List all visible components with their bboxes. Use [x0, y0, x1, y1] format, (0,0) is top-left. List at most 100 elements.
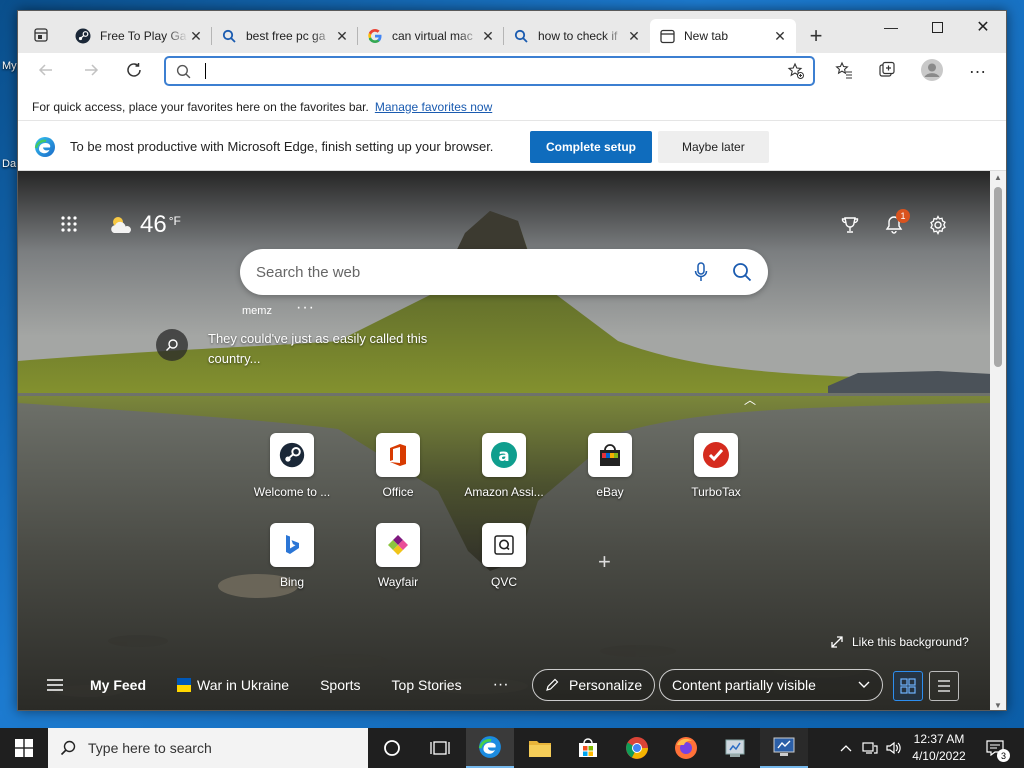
apps-launcher-button[interactable]: [60, 215, 78, 238]
plus-icon: +: [598, 549, 611, 574]
maximize-icon: [931, 21, 943, 33]
close-tab-icon[interactable]: ✕: [188, 28, 204, 44]
scrollbar-thumb[interactable]: [994, 187, 1002, 367]
forward-button[interactable]: [75, 55, 107, 85]
page-scrollbar[interactable]: ▲ ▼: [990, 171, 1006, 710]
quick-link-bing[interactable]: Bing: [247, 523, 337, 589]
feed-menu-icon[interactable]: [46, 678, 64, 692]
quick-link-label: TurboTax: [691, 485, 741, 499]
chevron-down-icon: [858, 681, 870, 688]
grid-view-button[interactable]: [893, 671, 923, 701]
feed-my-feed[interactable]: My Feed: [90, 677, 146, 693]
more-options-icon[interactable]: ···: [296, 299, 315, 317]
volume-button[interactable]: [882, 728, 906, 768]
scroll-up-icon[interactable]: ▲: [990, 173, 1006, 182]
refresh-button[interactable]: [118, 55, 150, 85]
google-icon: [366, 27, 384, 45]
cortana-icon: [384, 740, 400, 756]
taskbar-search-box[interactable]: Type here to search: [48, 728, 368, 768]
maximize-button[interactable]: [914, 11, 960, 43]
back-button[interactable]: [30, 55, 62, 85]
taskbar-firefox-button[interactable]: [662, 728, 710, 768]
like-background-button[interactable]: Like this background?: [830, 635, 969, 649]
ebay-icon: [588, 433, 632, 477]
tab-best-free-pc[interactable]: best free pc ga ✕: [212, 19, 358, 53]
scroll-down-icon[interactable]: ▼: [990, 701, 1006, 710]
system-clock[interactable]: 12:37 AM 4/10/2022: [906, 731, 972, 765]
tab-how-to-check[interactable]: how to check if ✕: [504, 19, 650, 53]
web-search-input[interactable]: [256, 263, 694, 281]
personalize-button[interactable]: Personalize: [532, 669, 656, 701]
new-tab-button[interactable]: +: [802, 23, 830, 49]
minimize-button[interactable]: —: [868, 11, 914, 43]
web-search-box[interactable]: [240, 249, 768, 295]
feed-sports[interactable]: Sports: [320, 677, 360, 693]
notifications-button[interactable]: 1: [884, 209, 910, 240]
system-tool-icon: [725, 739, 745, 757]
add-favorite-icon[interactable]: [787, 62, 805, 80]
like-background-text: Like this background?: [852, 635, 969, 649]
cortana-button[interactable]: [368, 728, 416, 768]
taskbar-store-button[interactable]: [564, 728, 612, 768]
favorites-button[interactable]: [828, 55, 860, 85]
rewards-button[interactable]: [840, 215, 860, 240]
tab-title: Free To Play Ga: [100, 29, 187, 43]
page-settings-button[interactable]: [928, 215, 948, 240]
office-icon: [376, 433, 420, 477]
tab-new-tab[interactable]: New tab ✕: [650, 19, 796, 53]
gear-icon: [930, 215, 946, 235]
microphone-icon[interactable]: [694, 262, 708, 282]
quick-link-turbotax[interactable]: TurboTax: [671, 433, 761, 499]
start-button[interactable]: [0, 728, 48, 768]
taskbar-chrome-button[interactable]: [613, 728, 661, 768]
quick-link-welcome[interactable]: Welcome to ...: [247, 433, 337, 499]
quick-link-wayfair[interactable]: Wayfair: [353, 523, 443, 589]
tab-can-virtual[interactable]: can virtual mac ✕: [358, 19, 504, 53]
desktop-icon-label[interactable]: Da: [2, 158, 16, 170]
feed-more-icon[interactable]: ···: [493, 676, 509, 694]
manage-favorites-link[interactable]: Manage favorites now: [375, 100, 492, 114]
tab-free-to-play[interactable]: Free To Play Ga ✕: [66, 19, 212, 53]
task-view-button[interactable]: [416, 728, 464, 768]
arrow-right-icon: [85, 64, 99, 76]
desktop-icon-label[interactable]: My: [2, 60, 17, 72]
taskbar-edge-button[interactable]: [466, 728, 514, 768]
profile-button[interactable]: [916, 55, 948, 85]
action-center-button[interactable]: 3: [978, 728, 1012, 768]
monitor-icon: [773, 737, 795, 756]
network-button[interactable]: [858, 728, 882, 768]
collections-button[interactable]: [871, 55, 903, 85]
quick-link-ebay[interactable]: eBay: [565, 433, 655, 499]
feed-top-stories[interactable]: Top Stories: [392, 677, 462, 693]
show-hidden-icons-button[interactable]: [834, 728, 858, 768]
quick-link-office[interactable]: Office: [353, 433, 443, 499]
maybe-later-button[interactable]: Maybe later: [658, 130, 769, 163]
add-site-button[interactable]: +: [598, 549, 611, 575]
image-info-card[interactable]: They could've just as easily called this…: [156, 329, 448, 369]
close-tab-icon[interactable]: ✕: [334, 28, 350, 44]
quick-link-amazon[interactable]: a Amazon Assi...: [459, 433, 549, 499]
close-tab-icon[interactable]: ✕: [480, 28, 496, 44]
list-view-button[interactable]: [929, 671, 959, 701]
search-image-button[interactable]: [156, 329, 188, 361]
taskbar-remote-app-button[interactable]: [760, 728, 808, 768]
search-icon[interactable]: [732, 262, 752, 282]
tab-actions-button[interactable]: [26, 21, 56, 49]
close-window-button[interactable]: ✕: [960, 11, 1006, 43]
collapse-quick-links-icon[interactable]: ︿: [744, 391, 756, 408]
store-bag-icon: [579, 738, 597, 757]
feed-war-in-ukraine[interactable]: War in Ukraine: [177, 677, 289, 693]
ukraine-flag-icon: [177, 678, 192, 692]
tab-title: can virtual mac: [392, 29, 473, 43]
close-tab-icon[interactable]: ✕: [626, 28, 642, 44]
address-bar[interactable]: [164, 56, 815, 86]
taskbar-file-explorer-button[interactable]: [516, 728, 564, 768]
complete-setup-button[interactable]: Complete setup: [530, 130, 653, 163]
weather-widget[interactable]: 46 °F: [108, 211, 181, 239]
content-visibility-dropdown[interactable]: Content partially visible: [659, 669, 883, 701]
settings-more-button[interactable]: …: [962, 55, 994, 85]
address-input[interactable]: [218, 63, 787, 79]
taskbar-app-button[interactable]: [712, 728, 760, 768]
quick-link-qvc[interactable]: QVC: [459, 523, 549, 589]
close-tab-icon[interactable]: ✕: [772, 28, 788, 44]
